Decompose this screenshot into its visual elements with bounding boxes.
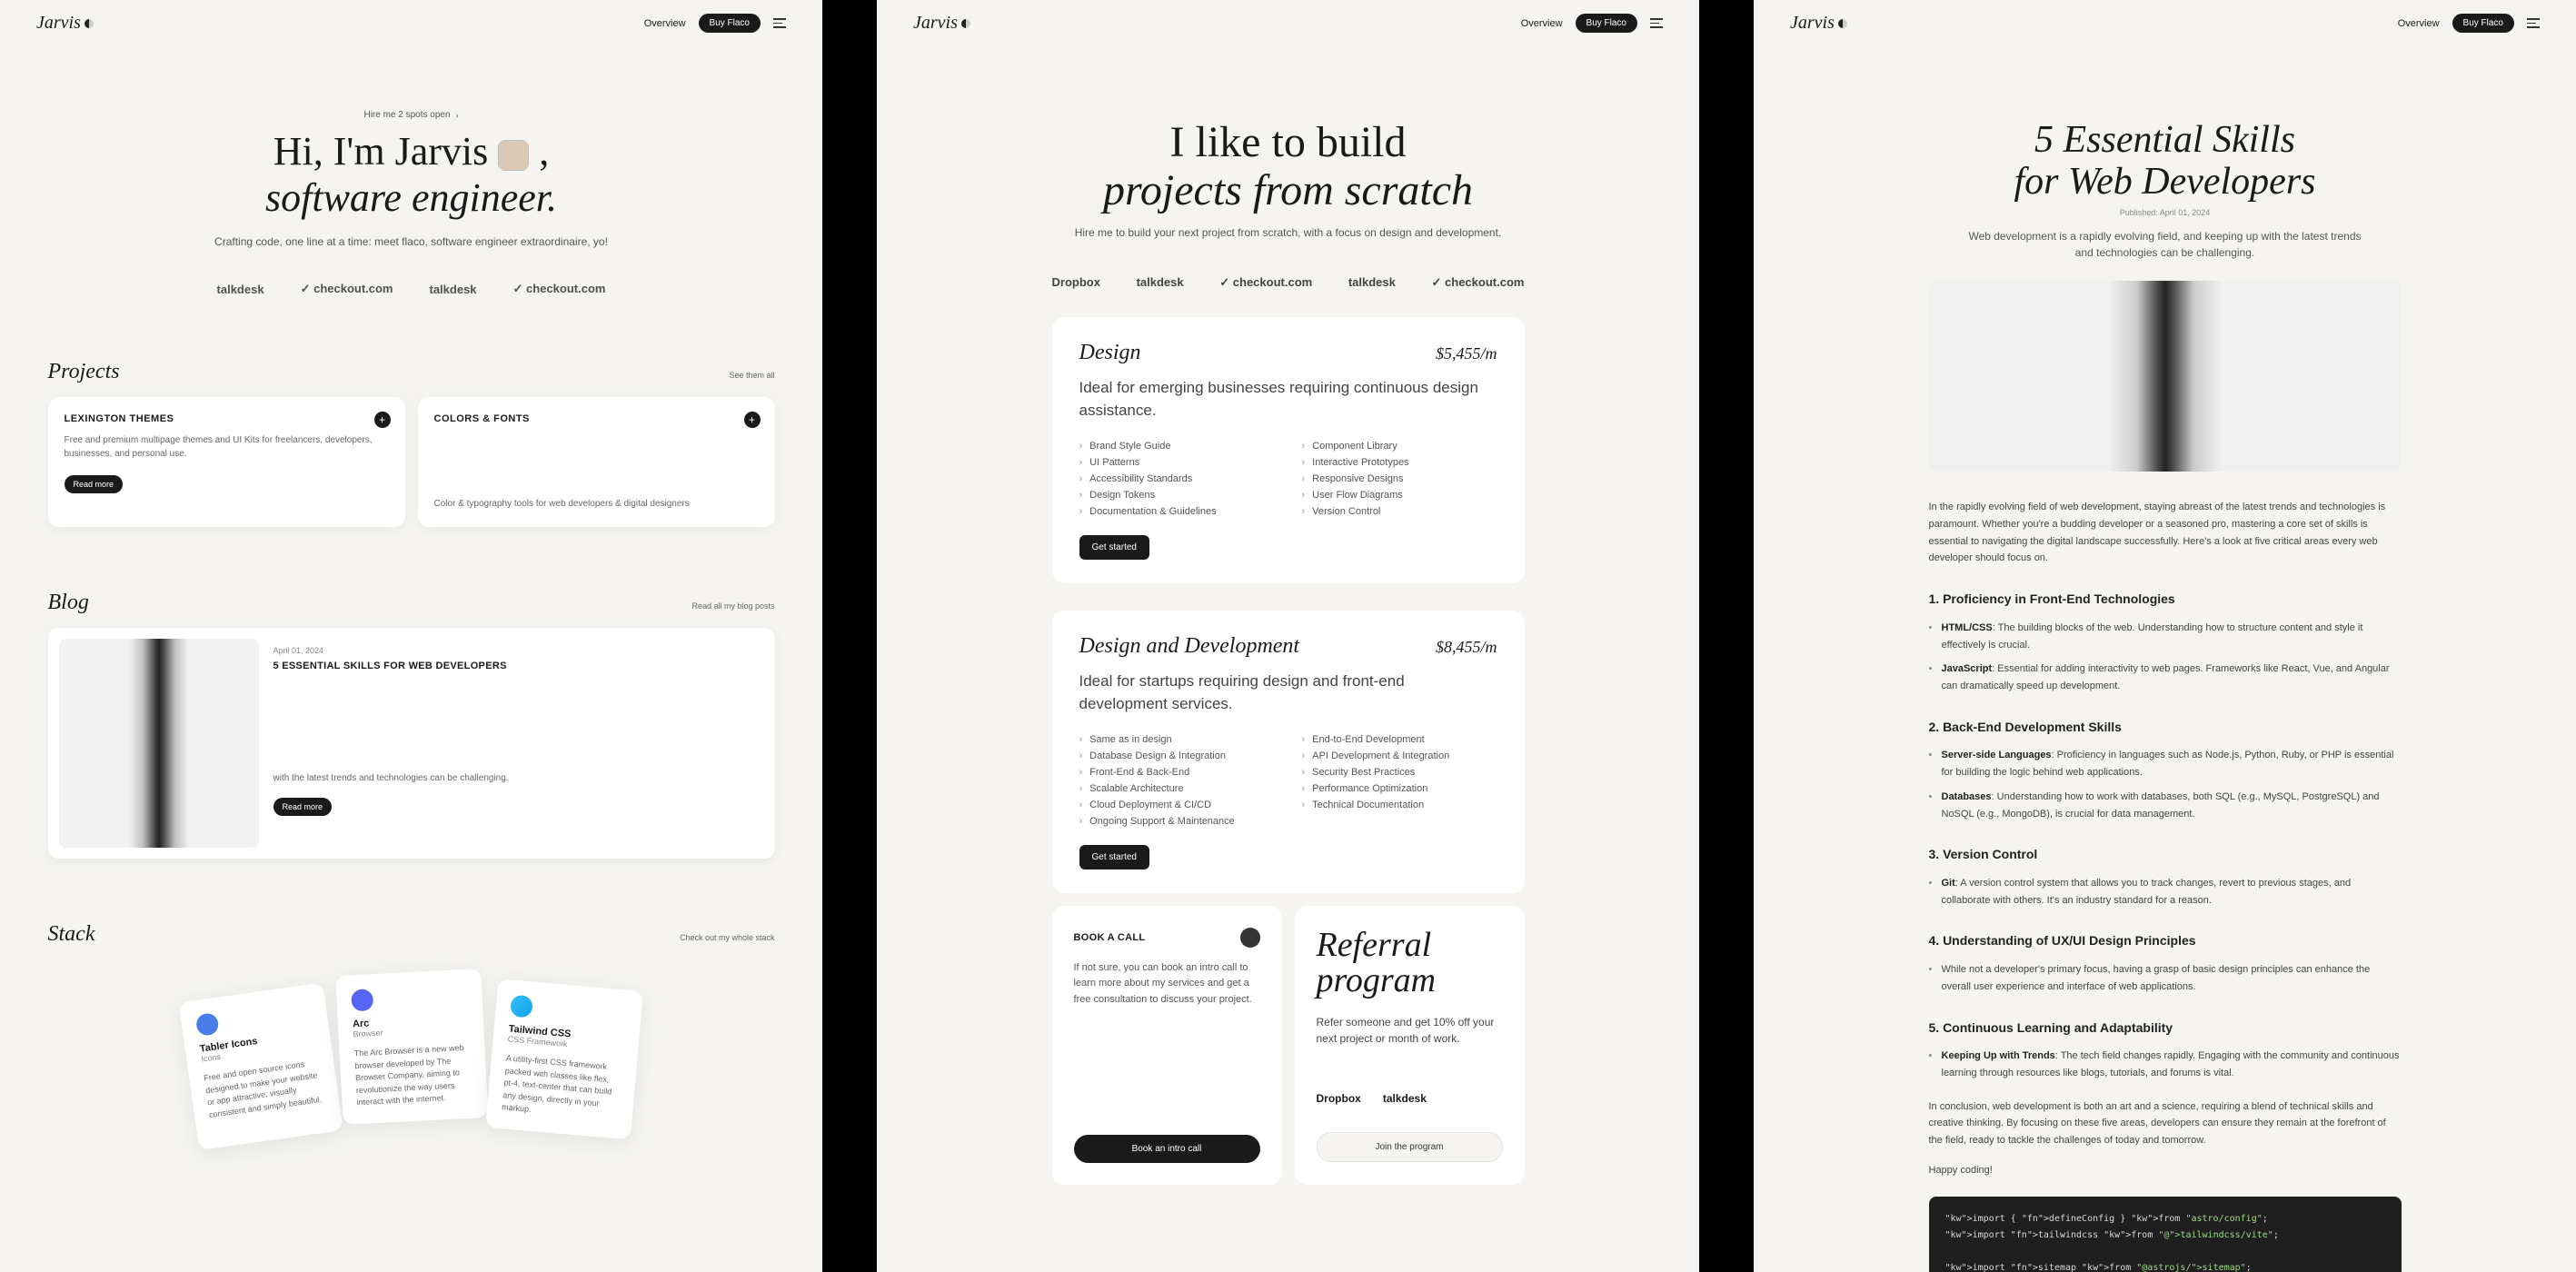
brand-dot-icon xyxy=(85,19,94,28)
projects-see-all[interactable]: See them all xyxy=(729,371,774,380)
feature-item: Accessibility Standards xyxy=(1079,473,1275,484)
avatar xyxy=(1240,928,1260,948)
menu-icon[interactable] xyxy=(1650,18,1663,28)
buy-button[interactable]: Buy Flaco xyxy=(699,14,761,33)
chevron-right-icon: › xyxy=(456,111,459,120)
plus-icon[interactable]: + xyxy=(744,412,761,428)
projects-heading: Projects xyxy=(48,360,120,384)
brand-dot-icon xyxy=(1838,19,1847,28)
feature-item: Ongoing Support & Maintenance xyxy=(1079,816,1275,827)
feature-item: Same as in design xyxy=(1079,734,1275,745)
stack-heading: Stack xyxy=(48,922,95,947)
code-block: "kw">import { "fn">defineConfig } "kw">f… xyxy=(1929,1197,2402,1272)
tabler-icon xyxy=(194,1012,219,1037)
feature-item: UI Patterns xyxy=(1079,457,1275,468)
hero-sub: Hire me to build your next project from … xyxy=(1052,226,1525,239)
stack-card: ArcBrowser The Arc Browser is a new web … xyxy=(335,969,488,1125)
buy-button[interactable]: Buy Flaco xyxy=(2452,14,2514,33)
price: $8,455/m xyxy=(1436,638,1497,657)
buy-button[interactable]: Buy Flaco xyxy=(1576,14,1637,33)
feature-item: Brand Style Guide xyxy=(1079,441,1275,452)
blog-card: April 01, 2024 5 ESSENTIAL SKILLS FOR WE… xyxy=(48,628,775,859)
join-program-button[interactable]: Join the program xyxy=(1317,1132,1503,1162)
feature-item: Version Control xyxy=(1302,506,1497,517)
project-card: COLORS & FONTS + Color & typography tool… xyxy=(418,397,775,527)
article-body: In the rapidly evolving field of web dev… xyxy=(1929,499,2402,1178)
brand[interactable]: Jarvis xyxy=(913,13,970,34)
nav-overview[interactable]: Overview xyxy=(644,18,686,29)
plan-design-dev: Design and Development$8,455/m Ideal for… xyxy=(1052,611,1525,893)
brand[interactable]: Jarvis xyxy=(1790,13,1847,34)
hire-badge[interactable]: Hire me 2 spots open› xyxy=(48,110,775,120)
stack-card: Tailwind CSSCSS Framework A utility-firs… xyxy=(485,979,643,1140)
read-more-button[interactable]: Read more xyxy=(65,475,124,493)
blog-heading: Blog xyxy=(48,591,89,615)
project-card: LEXINGTON THEMES + Free and premium mult… xyxy=(48,397,405,527)
get-started-button[interactable]: Get started xyxy=(1079,845,1149,870)
book-call-card: BOOK A CALL If not sure, you can book an… xyxy=(1052,906,1282,1186)
feature-item: Scalable Architecture xyxy=(1079,783,1275,794)
get-started-button[interactable]: Get started xyxy=(1079,535,1149,560)
feature-item: Security Best Practices xyxy=(1302,767,1497,778)
hero-sub: Crafting code, one line at a time: meet … xyxy=(48,234,775,251)
feature-item: Cloud Deployment & CI/CD xyxy=(1079,800,1275,810)
feature-item: Documentation & Guidelines xyxy=(1079,506,1275,517)
blog-see-all[interactable]: Read all my blog posts xyxy=(691,601,774,611)
stack-see-all[interactable]: Check out my whole stack xyxy=(680,933,775,942)
avatar xyxy=(498,140,529,171)
article-title: 5 Essential Skillsfor Web Developers xyxy=(1754,119,2576,203)
price: $5,455/m xyxy=(1436,344,1497,363)
hero: Hi, I'm Jarvis ,software engineer. xyxy=(48,129,775,221)
feature-item: API Development & Integration xyxy=(1302,750,1497,761)
nav-overview[interactable]: Overview xyxy=(1521,18,1563,29)
logo-row: Dropboxtalkdesk✓ checkout.comtalkdesk✓ c… xyxy=(1052,275,1525,290)
blog-title: 5 ESSENTIAL SKILLS FOR WEB DEVELOPERS xyxy=(274,661,757,671)
feature-item: Technical Documentation xyxy=(1302,800,1497,810)
menu-icon[interactable] xyxy=(773,18,786,28)
logo-row: talkdesk✓ checkout.comtalkdesk✓ checkout… xyxy=(48,282,775,296)
referral-card: Referralprogram Refer someone and get 10… xyxy=(1295,906,1525,1186)
blog-date: April 01, 2024 xyxy=(274,646,757,655)
book-call-button[interactable]: Book an intro call xyxy=(1074,1135,1260,1163)
arc-icon xyxy=(351,989,373,1012)
feature-item: Responsive Designs xyxy=(1302,473,1497,484)
read-more-button[interactable]: Read more xyxy=(274,798,333,816)
feature-item: Design Tokens xyxy=(1079,490,1275,501)
blog-excerpt: with the latest trends and technologies … xyxy=(274,771,757,785)
brand[interactable]: Jarvis xyxy=(36,13,94,34)
feature-item: Interactive Prototypes xyxy=(1302,457,1497,468)
nav-overview[interactable]: Overview xyxy=(2398,18,2440,29)
feature-item: Component Library xyxy=(1302,441,1497,452)
feature-item: End-to-End Development xyxy=(1302,734,1497,745)
tailwind-icon xyxy=(509,995,532,1019)
feature-item: Performance Optimization xyxy=(1302,783,1497,794)
article-image xyxy=(1929,281,2402,472)
brand-dot-icon xyxy=(961,19,970,28)
blog-image xyxy=(59,639,259,848)
plus-icon[interactable]: + xyxy=(374,412,391,428)
article-lead: Web development is a rapidly evolving fi… xyxy=(1965,228,2365,261)
feature-item: Database Design & Integration xyxy=(1079,750,1275,761)
feature-item: User Flow Diagrams xyxy=(1302,490,1497,501)
menu-icon[interactable] xyxy=(2527,18,2540,28)
feature-item: Front-End & Back-End xyxy=(1079,767,1275,778)
plan-design: Design$5,455/m Ideal for emerging busine… xyxy=(1052,317,1525,583)
article-date: Published: April 01, 2024 xyxy=(1754,208,2576,217)
stack-card: Tabler IconsIcons Free and open source i… xyxy=(178,983,343,1150)
